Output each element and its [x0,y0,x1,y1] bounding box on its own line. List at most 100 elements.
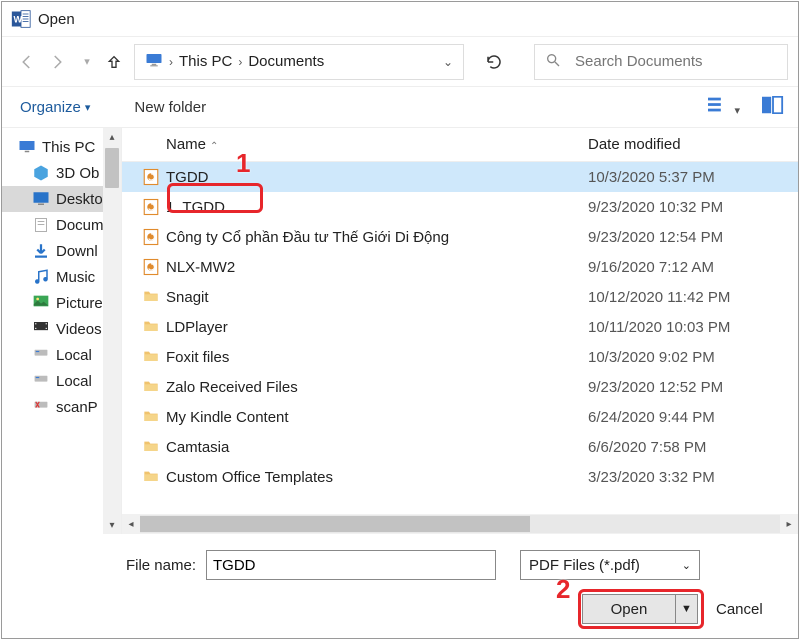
recent-dropdown[interactable]: ▾ [72,46,102,78]
open-split-button[interactable]: Open ▼ [582,594,698,624]
file-date: 10/3/2020 5:37 PM [588,169,798,186]
picture-icon [32,294,50,312]
sidebar-item-label: scanP [56,399,98,416]
file-row[interactable]: Foxit files10/3/2020 9:02 PM [122,342,798,372]
search-input[interactable] [573,52,777,71]
file-list-pane: Name⌃ Date modified TGDD10/3/2020 5:37 P… [122,128,798,534]
scroll-right-icon[interactable]: ▸ [780,519,798,530]
music-icon [32,268,50,286]
scrollbar-thumb[interactable] [140,516,530,532]
preview-pane-button[interactable] [762,96,784,118]
cancel-button[interactable]: Cancel [712,594,778,624]
titlebar: W Open [2,2,798,36]
file-date: 10/3/2020 9:02 PM [588,349,798,366]
scroll-up-icon[interactable]: ▴ [103,128,121,146]
sidebar-item-label: Local [56,347,92,364]
file-row[interactable]: NLX-MW29/16/2020 7:12 AM [122,252,798,282]
search-box[interactable] [534,44,788,80]
open-dialog: W Open ▾ › This PC › Documents ⌄ Organiz… [1,1,799,639]
horizontal-scrollbar[interactable]: ◂ ▸ [122,514,798,534]
pdf-file-icon [140,226,162,248]
breadcrumb-this-pc[interactable]: This PC [179,53,232,70]
scroll-down-icon[interactable]: ▾ [103,516,121,534]
sidebar-item-label: Docum [56,217,104,234]
folder-icon [140,316,162,338]
file-row[interactable]: Snagit10/12/2020 11:42 PM [122,282,798,312]
pdf-file-icon [140,166,162,188]
word-app-icon: W [10,8,32,30]
window-title: Open [38,11,75,28]
file-row[interactable]: My Kindle Content6/24/2020 9:44 PM [122,402,798,432]
pdf-file-icon [140,256,162,278]
folder-icon [140,376,162,398]
sidebar-item-label: Music [56,269,95,286]
folder-icon [140,286,162,308]
column-name[interactable]: Name⌃ [166,136,588,153]
file-name: TGDD [166,169,588,186]
file-row[interactable]: 1. TGDD9/23/2020 10:32 PM [122,192,798,222]
open-dropdown-button[interactable]: ▼ [676,594,698,624]
view-options-button[interactable]: ▾ [708,96,740,118]
sidebar-item-label: Local [56,373,92,390]
filename-input[interactable] [206,550,496,580]
new-folder-button[interactable]: New folder [130,93,210,122]
sidebar-scrollbar[interactable]: ▴ ▾ [103,128,121,534]
breadcrumb[interactable]: › This PC › Documents ⌄ [134,44,464,80]
file-date: 9/23/2020 10:32 PM [588,199,798,216]
file-type-filter[interactable]: PDF Files (*.pdf)⌄ [520,550,700,580]
file-date: 10/11/2020 10:03 PM [588,319,798,336]
nav-toolbar: ▾ › This PC › Documents ⌄ [2,36,798,86]
forward-button[interactable] [42,46,72,78]
file-row[interactable]: Custom Office Templates3/23/2020 3:32 PM [122,462,798,492]
file-name: Foxit files [166,349,588,366]
file-name: Công ty Cổ phần Đầu tư Thế Giới Di Động [166,229,588,246]
file-row[interactable]: LDPlayer10/11/2020 10:03 PM [122,312,798,342]
file-name: LDPlayer [166,319,588,336]
folder-icon [140,466,162,488]
folder-icon [140,436,162,458]
doc-icon [32,216,50,234]
file-date: 3/23/2020 3:32 PM [588,469,798,486]
chevron-right-icon: › [169,55,173,69]
file-row[interactable]: Camtasia6/6/2020 7:58 PM [122,432,798,462]
chevron-down-icon[interactable]: ⌄ [443,55,453,69]
file-date: 9/16/2020 7:12 AM [588,259,798,276]
drive-x-icon [32,398,50,416]
filename-label: File name: [16,557,206,574]
sidebar-item-label: Videos [56,321,102,338]
up-button[interactable] [102,46,126,78]
sidebar-item-label: Downl [56,243,98,260]
nav-tree: This PC3D ObDesktoDocumDownlMusicPicture… [2,128,122,534]
file-row[interactable]: TGDD10/3/2020 5:37 PM [122,162,798,192]
back-button[interactable] [12,46,42,78]
scroll-left-icon[interactable]: ◂ [122,519,140,530]
breadcrumb-documents[interactable]: Documents [248,53,324,70]
column-date-modified[interactable]: Date modified [588,136,798,153]
video-icon [32,320,50,338]
monitor-icon [145,51,163,73]
file-name: My Kindle Content [166,409,588,426]
file-name: Camtasia [166,439,588,456]
scrollbar-thumb[interactable] [105,148,119,188]
sidebar-item-label: Picture [56,295,103,312]
file-row[interactable]: Công ty Cổ phần Đầu tư Thế Giới Di Động9… [122,222,798,252]
file-date: 9/23/2020 12:52 PM [588,379,798,396]
column-headers[interactable]: Name⌃ Date modified [122,128,798,162]
file-date: 9/23/2020 12:54 PM [588,229,798,246]
refresh-button[interactable] [474,53,514,71]
search-icon [545,52,561,72]
desktop-icon [32,190,50,208]
file-name: NLX-MW2 [166,259,588,276]
file-name: Zalo Received Files [166,379,588,396]
open-button[interactable]: Open [582,594,676,624]
file-name: Snagit [166,289,588,306]
download-icon [32,242,50,260]
footer: File name: PDF Files (*.pdf)⌄ Open ▼ Can… [2,534,798,638]
sidebar-item-label: Deskto [56,191,103,208]
organize-menu[interactable]: Organize ▾ [16,93,94,122]
drive-icon [32,346,50,364]
file-row[interactable]: Zalo Received Files9/23/2020 12:52 PM [122,372,798,402]
file-name: Custom Office Templates [166,469,588,486]
shell-toolbar: Organize ▾ New folder ▾ [2,86,798,128]
file-date: 6/6/2020 7:58 PM [588,439,798,456]
